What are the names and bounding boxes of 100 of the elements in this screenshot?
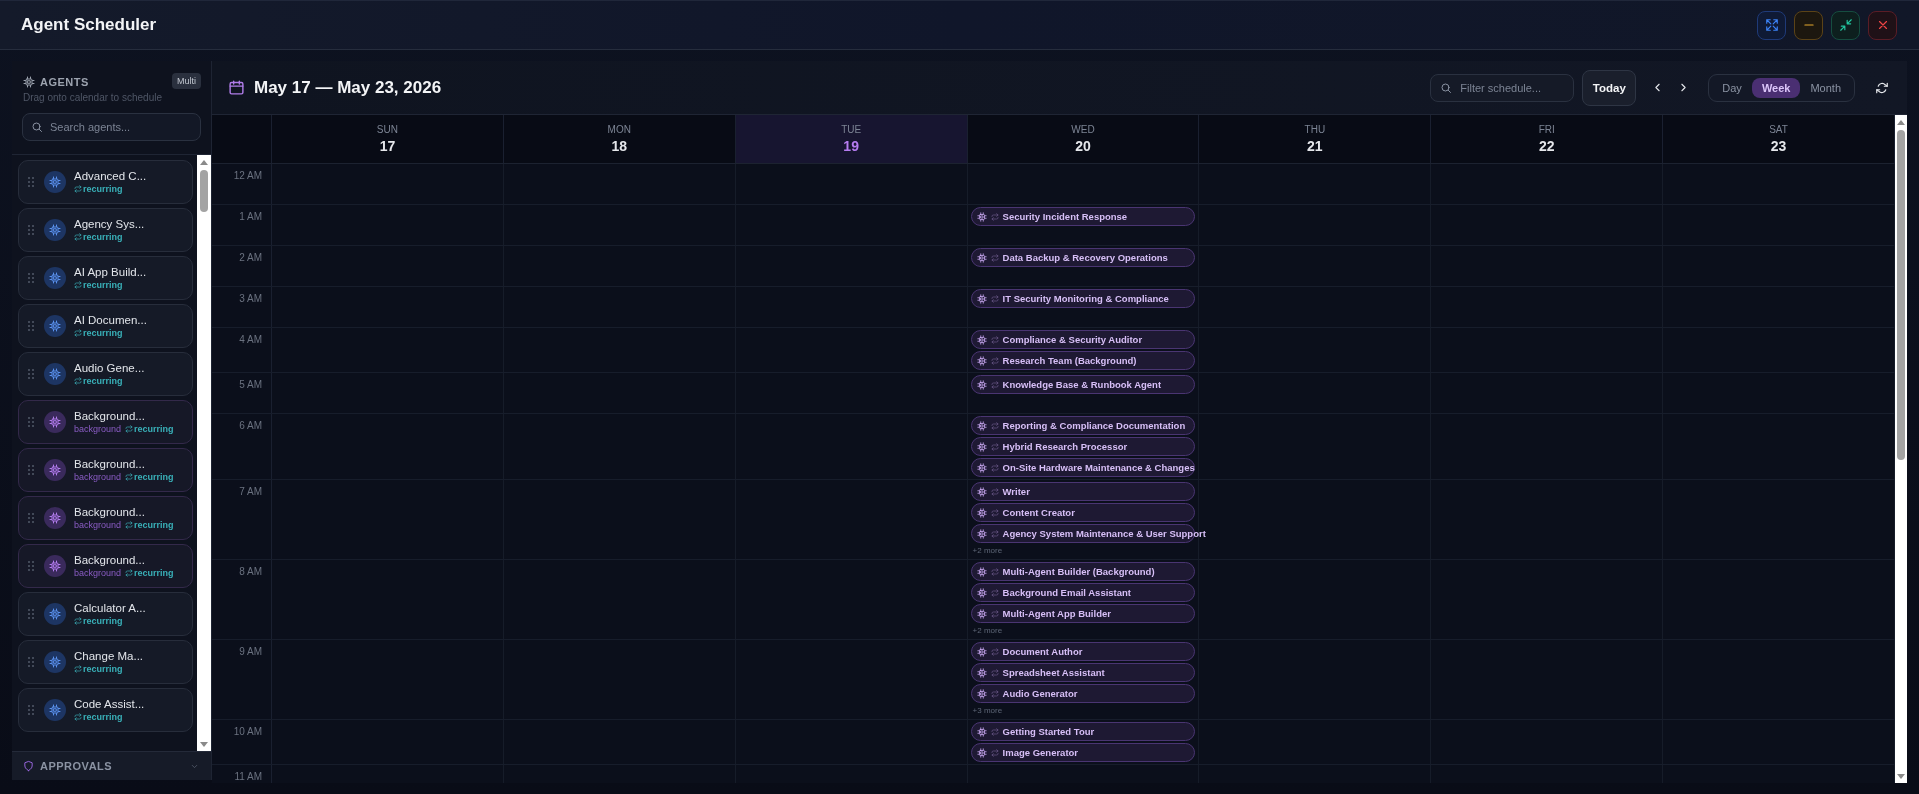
event-title: Hybrid Research Processor: [1002, 441, 1128, 452]
agent-card[interactable]: Code Assist... recurring: [18, 688, 193, 732]
event-pill[interactable]: Hybrid Research Processor: [970, 437, 1196, 456]
event-pill[interactable]: Background Email Assistant: [970, 583, 1196, 602]
close-button[interactable]: [1868, 10, 1897, 40]
event-pill[interactable]: Knowledge Base & Runbook Agent: [970, 375, 1196, 394]
event-title: Research Team (Background): [1002, 355, 1137, 366]
event-pill[interactable]: Security Incident Response: [970, 207, 1196, 226]
event-title: On-Site Hardware Maintenance & Changes: [1002, 462, 1195, 473]
agent-card[interactable]: Background... background recurring: [18, 448, 193, 492]
event-pill[interactable]: Document Author: [970, 642, 1196, 661]
agent-card[interactable]: Calculator A... recurring: [18, 592, 193, 636]
agent-name: Calculator A...: [74, 602, 146, 614]
agent-card[interactable]: Agency Sys... recurring: [18, 208, 193, 252]
agent-name: AI Documen...: [74, 314, 147, 326]
drag-handle-icon: [28, 609, 34, 619]
drag-handle-icon: [28, 369, 34, 379]
date-range-title: May 17 — May 23, 2026: [254, 77, 442, 98]
event-title: Multi-Agent App Builder: [1002, 608, 1111, 619]
agent-card[interactable]: Advanced C... recurring: [18, 160, 193, 204]
agent-name: Background...: [74, 410, 146, 422]
date-number: 19: [843, 138, 859, 154]
chip-icon: [49, 368, 61, 380]
chip-icon: [976, 587, 987, 598]
drag-handle-icon: [28, 273, 34, 283]
view-tab[interactable]: Week: [1751, 77, 1801, 98]
drag-handle-icon: [28, 225, 34, 235]
time-label: 7 AM: [239, 486, 262, 498]
weekday-label: SAT: [1769, 124, 1788, 135]
calendar-icon: [228, 79, 245, 96]
event-pill[interactable]: Compliance & Security Auditor: [970, 330, 1196, 349]
agent-name: Change Ma...: [74, 650, 144, 662]
chip-icon: [49, 704, 61, 716]
drag-handle-icon: [28, 513, 34, 523]
chip-icon: [49, 320, 61, 332]
agent-card[interactable]: AI Documen... recurring: [18, 304, 193, 348]
filter-field[interactable]: Filter schedule...: [1430, 73, 1575, 102]
agent-card[interactable]: Background... background recurring: [18, 400, 193, 444]
weekday-label: TUE: [841, 124, 862, 135]
scroll-thumb[interactable]: [1897, 130, 1905, 460]
event-pill[interactable]: On-Site Hardware Maintenance & Changes: [970, 458, 1196, 477]
recurring-tag: recurring: [134, 568, 174, 578]
event-pill[interactable]: Research Team (Background): [970, 351, 1196, 370]
event-title: IT Security Monitoring & Compliance: [1002, 293, 1169, 304]
weekday-label: THU: [1304, 124, 1326, 135]
event-pill[interactable]: Writer: [970, 482, 1196, 501]
agent-card[interactable]: Background... background recurring: [18, 544, 193, 588]
date-number: 18: [611, 138, 628, 154]
chip-icon: [49, 272, 61, 284]
agent-card[interactable]: Change Ma... recurring: [18, 640, 193, 684]
search-field[interactable]: Search agents...: [22, 113, 201, 141]
window-title: Agent Scheduler: [21, 15, 157, 35]
chip-icon: [976, 293, 987, 304]
background-tag: background: [74, 424, 122, 434]
event-pill[interactable]: IT Security Monitoring & Compliance: [970, 289, 1196, 308]
event-pill[interactable]: Spreadsheet Assistant: [970, 663, 1196, 682]
time-label: 3 AM: [239, 293, 262, 305]
today-button[interactable]: Today: [1582, 69, 1637, 106]
event-pill[interactable]: Multi-Agent Builder (Background): [970, 562, 1196, 581]
scroll-down-arrow[interactable]: [1897, 774, 1905, 779]
minimize-button[interactable]: [1794, 10, 1823, 40]
event-title: Data Backup & Recovery Operations: [1002, 252, 1168, 263]
event-pill[interactable]: Data Backup & Recovery Operations: [970, 248, 1196, 267]
chip-icon: [49, 656, 61, 668]
scrollbar[interactable]: [1895, 115, 1907, 783]
expand-icon: [1764, 18, 1779, 32]
event-title: Multi-Agent Builder (Background): [1002, 566, 1155, 577]
section-title: APPROVALS: [40, 760, 113, 772]
agent-name: Background...: [74, 458, 146, 470]
event-pill[interactable]: Content Creator: [970, 503, 1196, 522]
time-label: 12 AM: [233, 170, 262, 182]
agent-card[interactable]: Background... background recurring: [18, 496, 193, 540]
event-pill[interactable]: Image Generator: [970, 743, 1196, 762]
event-pill[interactable]: Reporting & Compliance Documentation: [970, 416, 1196, 435]
agent-card[interactable]: Audio Gene... recurring: [18, 352, 193, 396]
agent-card[interactable]: AI App Build... recurring: [18, 256, 193, 300]
recurring-tag: recurring: [83, 376, 123, 386]
date-number: 20: [1075, 138, 1091, 154]
chip-icon: [976, 441, 987, 452]
scroll-thumb[interactable]: [200, 170, 208, 212]
chip-icon: [49, 560, 61, 572]
scroll-up-arrow[interactable]: [1897, 120, 1905, 125]
weekday-label: MON: [607, 124, 631, 135]
view-tab[interactable]: Month: [1800, 77, 1851, 98]
chip-icon: [976, 252, 987, 263]
event-pill[interactable]: Getting Started Tour: [970, 722, 1196, 741]
chip-icon: [23, 75, 35, 88]
repeat-icon: [125, 473, 134, 481]
event-pill[interactable]: Multi-Agent App Builder: [970, 604, 1196, 623]
event-title: Reporting & Compliance Documentation: [1002, 420, 1186, 431]
view-tab[interactable]: Day: [1712, 77, 1752, 98]
approvals-panel[interactable]: APPROVALS: [12, 751, 211, 780]
compress-button[interactable]: [1831, 10, 1860, 40]
event-pill[interactable]: Audio Generator: [970, 684, 1196, 703]
event-title: Agency System Maintenance & User Support: [1002, 528, 1206, 539]
chip-icon: [49, 416, 61, 428]
background-tag: background: [74, 568, 122, 578]
expand-button[interactable]: [1757, 10, 1786, 40]
recurring-tag: recurring: [134, 520, 174, 530]
scrollbar[interactable]: [197, 155, 211, 751]
